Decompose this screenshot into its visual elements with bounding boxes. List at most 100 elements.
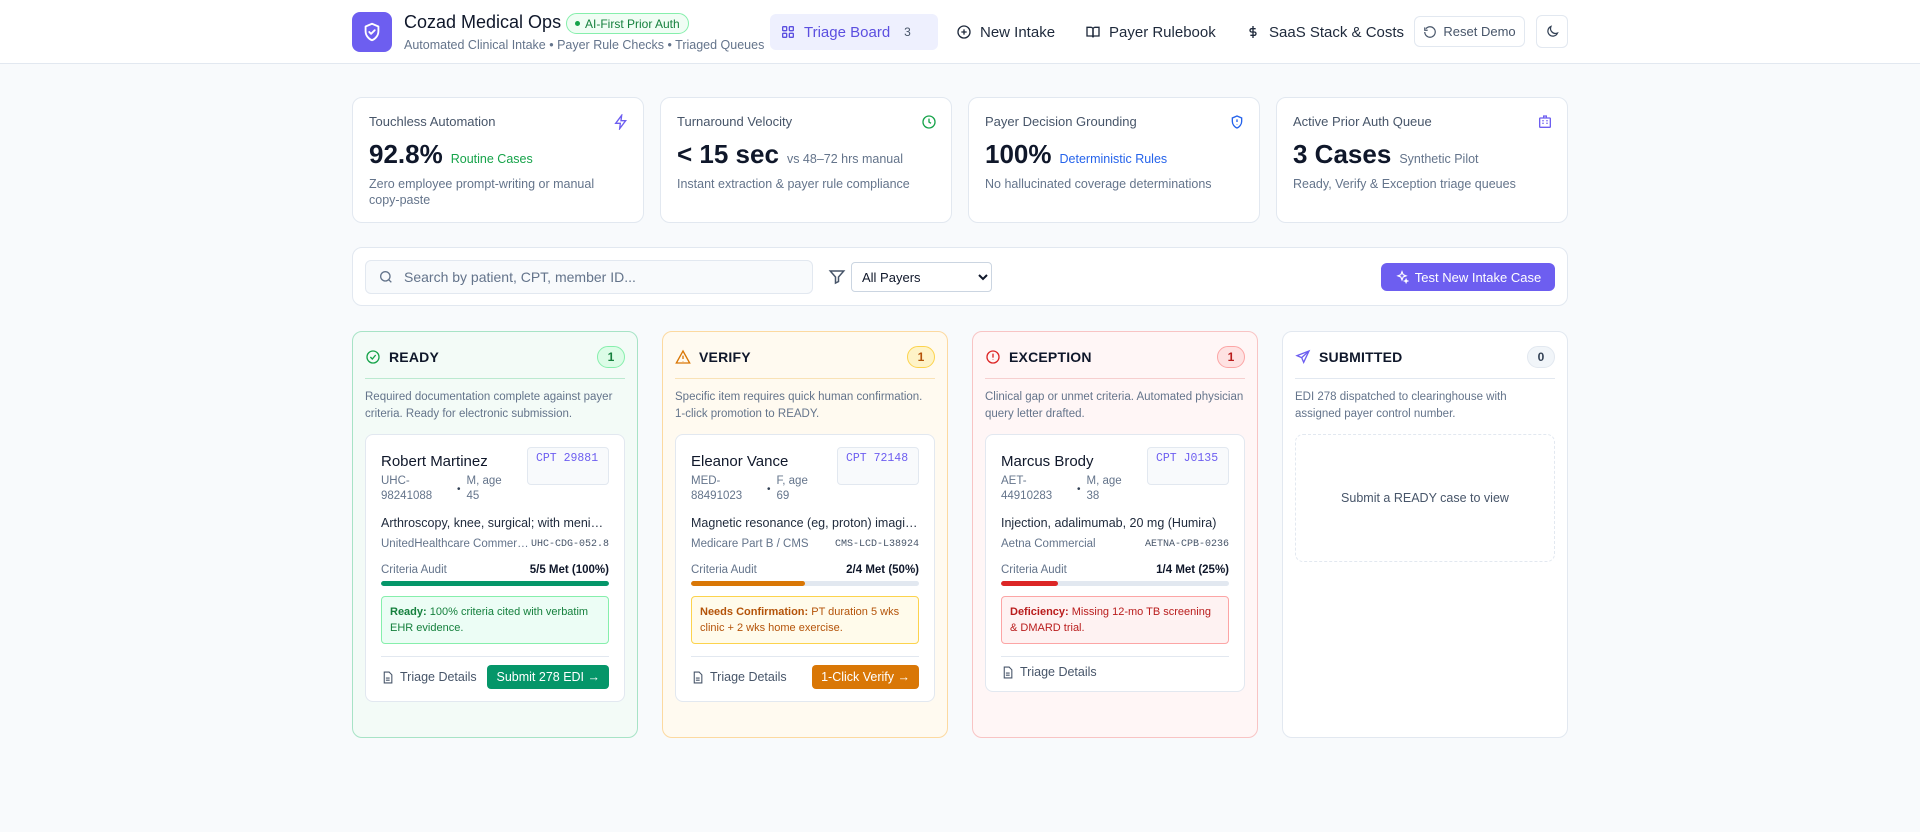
meta-separator: • xyxy=(767,483,771,495)
search-box xyxy=(365,260,813,294)
test-new-intake-label: Test New Intake Case xyxy=(1414,269,1542,285)
one-click-verify-button[interactable]: 1-Click Verify → xyxy=(812,665,919,689)
filter-icon[interactable] xyxy=(828,268,846,286)
stat-label: Touchless Automation xyxy=(369,114,496,129)
criteria-value: 2/4 Met (50%) xyxy=(846,564,919,576)
triage-details-label: Triage Details xyxy=(400,670,477,684)
tab-saas-stack[interactable]: SaaS Stack & Costs xyxy=(1235,14,1414,50)
column-desc: Clinical gap or unmet criteria. Automate… xyxy=(985,391,1244,420)
rotate-ccw-icon xyxy=(1424,25,1437,38)
column-title: EXCEPTION xyxy=(1009,349,1092,365)
case-card-robert-martinez[interactable]: Robert Martinez UHC-98241088 • M, age 45… xyxy=(365,434,625,702)
tab-payer-rulebook[interactable]: Payer Rulebook xyxy=(1075,14,1226,50)
triage-details-label: Triage Details xyxy=(710,670,787,684)
moon-icon xyxy=(1546,25,1559,37)
stat-tag: Routine Cases xyxy=(450,152,533,166)
payer-policy-code: UHC-CDG-052.8 xyxy=(531,539,610,550)
payer-name: Aetna Commercial xyxy=(1001,538,1096,550)
tab-new-intake-label: New Intake xyxy=(980,23,1056,41)
payer-policy-code: CMS-LCD-L38924 xyxy=(834,539,919,550)
criteria-progress-fill xyxy=(1001,581,1058,586)
column-desc: Required documentation complete against … xyxy=(365,391,613,420)
note-title: Deficiency: xyxy=(1010,606,1069,618)
stat-value: < 15 sec xyxy=(677,139,779,169)
criteria-value: 5/5 Met (100%) xyxy=(529,564,609,576)
meta-separator: • xyxy=(457,483,461,495)
stat-label: Active Prior Auth Queue xyxy=(1293,114,1432,129)
triage-details-link[interactable]: Triage Details xyxy=(381,670,477,684)
stat-label: Payer Decision Grounding xyxy=(985,114,1137,129)
stat-tag: Deterministic Rules xyxy=(1059,152,1168,166)
sparkles-icon xyxy=(1396,270,1409,284)
column-title: READY xyxy=(389,349,440,365)
column-count-badge: 1 xyxy=(1217,346,1245,368)
criteria-progress-bar xyxy=(1001,581,1229,586)
stat-desc: Zero employee prompt-writing or manual c… xyxy=(369,177,595,207)
note-title: Ready: xyxy=(390,606,427,618)
exception-note: Deficiency: Missing 12-mo TB screening &… xyxy=(1001,596,1229,644)
column-divider xyxy=(1295,378,1555,379)
submit-278-edi-button[interactable]: Submit 278 EDI → xyxy=(487,665,609,689)
column-exception: EXCEPTION 1 Clinical gap or unmet criter… xyxy=(972,331,1258,738)
column-title: VERIFY xyxy=(699,349,751,365)
dollar-icon xyxy=(1249,26,1257,38)
patient-demographics: M, age 45 xyxy=(466,475,502,502)
plus-circle-icon xyxy=(957,25,971,39)
tab-payer-rulebook-label: Payer Rulebook xyxy=(1109,23,1216,41)
criteria-label: Criteria Audit xyxy=(381,564,447,576)
criteria-progress-bar xyxy=(691,581,919,586)
status-dot-icon xyxy=(575,21,580,26)
column-submitted: SUBMITTED 0 EDI 278 dispatched to cleari… xyxy=(1282,331,1568,738)
ai-badge-label: AI-First Prior Auth xyxy=(585,16,680,31)
tab-new-intake[interactable]: New Intake xyxy=(946,14,1065,50)
payer-name: UnitedHealthcare Commercial xyxy=(381,538,531,550)
test-new-intake-button[interactable]: Test New Intake Case xyxy=(1381,263,1555,291)
stat-value: 92.8% xyxy=(369,139,443,169)
column-ready: READY 1 Required documentation complete … xyxy=(352,331,638,738)
member-id: AET-44910283 xyxy=(1001,475,1053,502)
app-header: Cozad Medical Ops AI-First Prior Auth Au… xyxy=(0,0,1920,64)
ready-note: Ready: 100% criteria cited with verbatim… xyxy=(381,596,609,644)
patient-name: Eleanor Vance xyxy=(691,453,789,470)
zap-icon xyxy=(614,114,627,130)
payer-filter-select[interactable]: All Payers xyxy=(851,262,992,292)
column-count-badge: 1 xyxy=(907,346,935,368)
procedure-description: Magnetic resonance (eg, proton) imaging,… xyxy=(691,516,919,530)
theme-toggle-button[interactable] xyxy=(1536,15,1568,48)
criteria-progress-fill xyxy=(691,581,805,586)
submitted-empty-state: Submit a READY case to view xyxy=(1295,434,1555,562)
stat-tag: vs 48–72 hrs manual xyxy=(786,152,903,166)
triage-count-badge: 3 xyxy=(904,25,911,39)
column-title: SUBMITTED xyxy=(1319,349,1403,365)
stat-card-queue: Active Prior Auth Queue 3 Cases Synthetic… xyxy=(1276,97,1568,223)
building-icon xyxy=(1539,115,1551,128)
case-card-eleanor-vance[interactable]: Eleanor Vance MED-88491023 • F, age 69 C… xyxy=(675,434,935,702)
case-card-marcus-brody[interactable]: Marcus Brody AET-44910283 • M, age 38 CP… xyxy=(985,434,1245,692)
payer-name: Medicare Part B / CMS xyxy=(691,538,809,550)
patient-demographics: F, age 69 xyxy=(776,475,808,502)
stat-desc: No hallucinated coverage determinations xyxy=(985,177,1212,191)
column-desc: EDI 278 dispatched to clearinghouse with… xyxy=(1295,391,1507,420)
procedure-description: Arthroscopy, knee, surgical; with menisc… xyxy=(381,516,609,530)
tab-triage-board-label: Triage Board xyxy=(804,23,891,41)
reset-demo-label: Reset Demo xyxy=(1443,24,1516,39)
tab-triage-board[interactable]: Triage Board 3 xyxy=(770,14,938,50)
check-circle-icon xyxy=(366,350,380,364)
triage-details-link[interactable]: Triage Details xyxy=(1001,665,1097,679)
payer-policy-code: AETNA-CPB-0236 xyxy=(1144,539,1229,550)
stat-tag: Synthetic Pilot xyxy=(1399,152,1479,166)
column-verify: VERIFY 1 Specific item requires quick hu… xyxy=(662,331,948,738)
cpt-badge: CPT J0135 xyxy=(1147,447,1229,485)
stat-desc: Ready, Verify & Exception triage queues xyxy=(1293,177,1516,191)
search-input[interactable] xyxy=(404,269,804,285)
criteria-value: 1/4 Met (25%) xyxy=(1156,564,1229,576)
triage-details-link[interactable]: Triage Details xyxy=(691,670,787,684)
grid-icon xyxy=(782,25,794,38)
reset-demo-button[interactable]: Reset Demo xyxy=(1414,16,1525,47)
criteria-progress-bar xyxy=(381,581,609,586)
file-text-icon xyxy=(1003,666,1013,678)
member-id: MED-88491023 xyxy=(691,475,743,502)
stat-card-grounding: Payer Decision Grounding 100% Determinist… xyxy=(968,97,1260,223)
alert-circle-icon xyxy=(986,350,1000,364)
app-subtitle: Automated Clinical Intake • Payer Rule C… xyxy=(404,38,765,52)
